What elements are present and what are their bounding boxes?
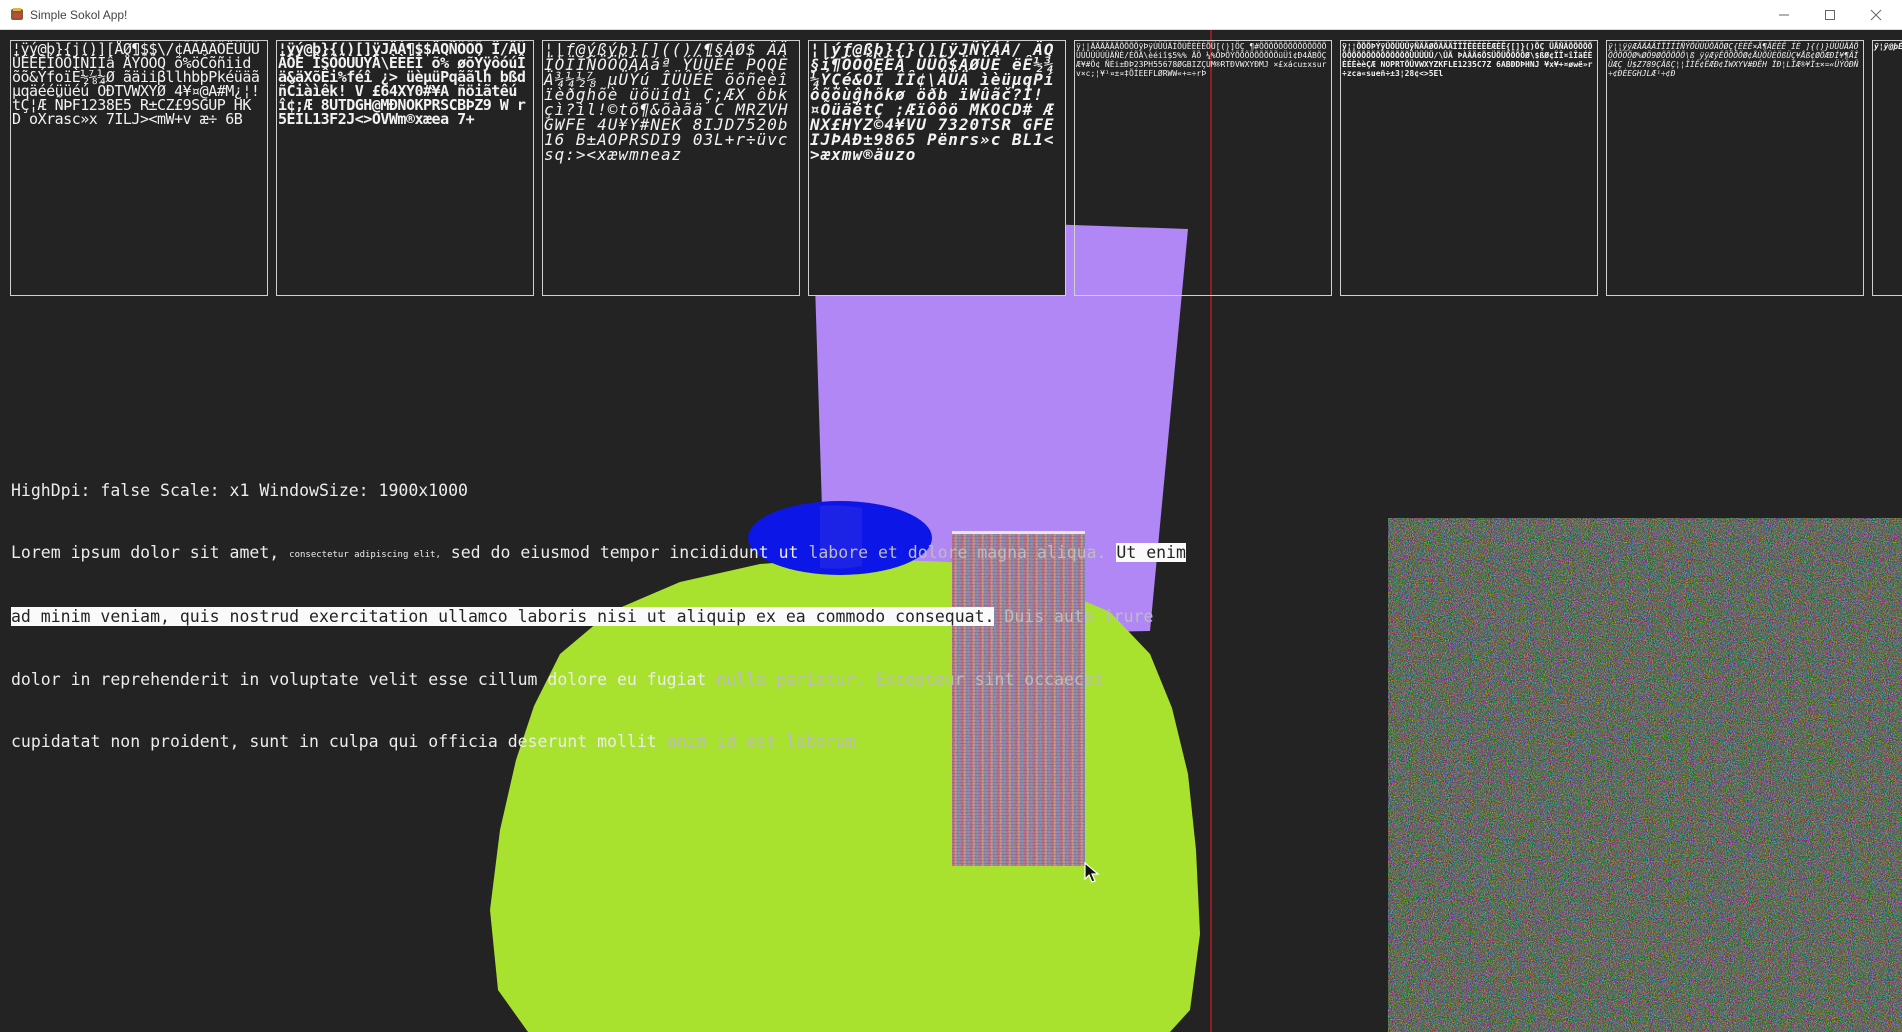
atlas-glyphs: ¦ÿý@þ}{j()][ÅØ¶$$\/¢ÃÃÄÄÖÊÜÜÜÜÊÉÊÍÖÖÍÑÍÍ… xyxy=(12,40,260,128)
text-span-dim: labore et dolore magna aliqua. xyxy=(808,542,1107,562)
paragraph-line-1: Lorem ipsum dolor sit amet, consectetur … xyxy=(11,542,1186,566)
atlas-glyphs: ÿ¦ÿ@þÈÜÕÄÄÕ¶$ÿ Õ%ÕÕÕ#Õ¢ ÿ¢Õ¢ xyxy=(1874,42,1902,51)
title-bar: Simple Sokol App! xyxy=(0,0,1902,30)
noise-texture-quad xyxy=(1388,518,1902,1032)
text-span xyxy=(1106,543,1116,562)
text-span: cupidatat non proident, sunt in culpa qu… xyxy=(11,732,667,752)
paragraph-line-4: cupidatat non proident, sunt in culpa qu… xyxy=(11,732,1186,753)
text-span-highlighted: ad minim veniam, quis nostrud exercitati… xyxy=(11,607,995,627)
font-atlas-4: ¦|ýƒ@ßþ}{}()[ÿJÑŸÁÁ/ ÄQ§í¶ÕÕÕÈÈÄ ÙÛÕ$ÄØÜ… xyxy=(808,40,1066,296)
text-span-small: consectetur adipiscing elit, xyxy=(289,549,441,560)
text-span-dim: anim id est laborum xyxy=(666,732,856,752)
font-atlas-1: ¦ÿý@þ}{j()][ÅØ¶$$\/¢ÃÃÄÄÖÊÜÜÜÜÊÉÊÍÖÖÍÑÍÍ… xyxy=(10,40,268,296)
text-span-dim: nulla pariatur. Excepteur sint occaecat xyxy=(716,669,1104,689)
text-span-highlighted: Ut enim xyxy=(1116,542,1186,562)
font-atlas-7: ÿ¦¦ÿÿÆÄÄÁÂÍÏÍÍÍÑÝÕÜÜÜÕÄÕØÇ{ÈÈÊ×Ä¶ÄÉÈÊ ÍÈ… xyxy=(1606,40,1864,296)
font-atlas-5: ÿ¦|ÄÄÄÄÄÄÕÕÕÕÿÞÿÙÜÜÄÍÕÙÊÈÈÈÕÜ[()]ÖÇ ¶#ÕÕ… xyxy=(1074,40,1332,296)
atlas-glyphs: ÿ¦¦ÕÕÕÞÝÿÜÕÜÜÜÿÑÄÄØÕÄÄÄÎÎÎÊÈÉÈÈÆÈÊ{[]}()… xyxy=(1342,42,1593,78)
app-icon xyxy=(11,8,23,20)
atlas-glyphs: ¦|ýƒ@ßþ}{}()[ÿJÑŸÁÁ/ ÄQ§í¶ÕÕÕÈÈÄ ÙÛÕ$ÄØÜ… xyxy=(810,40,1055,164)
status-line: HighDpi: false Scale: x1 WindowSize: 190… xyxy=(11,480,468,500)
font-atlas-3: ¦|f@ýßýþ}[](()/¶§ÁØ$ ÄÄÏÕÏÍÑÖÖÖÄÂáª ÝÛÜÉ… xyxy=(542,40,800,296)
text-overlay: HighDpi: false Scale: x1 WindowSize: 190… xyxy=(11,439,1186,795)
mouse-cursor-icon xyxy=(1084,862,1100,883)
text-span: sed do eiusmod tempor incididunt ut xyxy=(440,542,809,562)
font-atlas-2: ¦ÿý@þ}{()[]ÿJÄÁ¶$$ÄQÑÕÖÖ Î/ÄÜÄÖÈ ÎŠÕÕÙÛÝ… xyxy=(276,40,534,296)
text-span-dim: Duis aute irure xyxy=(994,607,1154,627)
atlas-glyphs: ÿ¦¦ÿÿÆÄÄÁÂÍÏÍÍÍÑÝÕÜÜÜÕÄÕØÇ{ÈÈÊ×Ä¶ÄÉÈÊ ÍÈ… xyxy=(1608,42,1864,78)
close-button[interactable] xyxy=(1848,0,1902,30)
close-icon xyxy=(1870,9,1882,21)
font-atlas-8: ÿ¦ÿ@þÈÜÕÄÄÕ¶$ÿ Õ%ÕÕÕ#Õ¢ ÿ¢Õ¢ xyxy=(1872,40,1902,296)
atlas-glyphs: ¦|f@ýßýþ}[](()/¶§ÁØ$ ÄÄÏÕÏÍÑÖÖÖÄÂáª ÝÛÜÉ… xyxy=(544,40,789,164)
atlas-glyphs: ÿ¦|ÄÄÄÄÄÄÕÕÕÕÿÞÿÙÜÜÄÍÕÙÊÈÈÈÕÜ[()]ÖÇ ¶#ÕÕ… xyxy=(1076,42,1332,78)
minimize-icon xyxy=(1779,14,1789,16)
atlas-glyphs: ¦ÿý@þ}{()[]ÿJÄÁ¶$$ÄQÑÕÖÖ Î/ÄÜÄÖÈ ÎŠÕÕÙÛÝ… xyxy=(278,40,526,128)
render-viewport[interactable]: ¦ÿý@þ}{j()][ÅØ¶$$\/¢ÃÃÄÄÖÊÜÜÜÜÊÉÊÍÖÖÍÑÍÍ… xyxy=(0,30,1902,1032)
maximize-icon xyxy=(1825,10,1835,20)
window-title: Simple Sokol App! xyxy=(30,8,128,22)
paragraph-line-3: dolor in reprehenderit in voluptate veli… xyxy=(11,670,1186,691)
text-span: Lorem ipsum dolor sit amet, xyxy=(11,542,290,562)
font-atlas-6: ÿ¦¦ÕÕÕÞÝÿÜÕÜÜÜÿÑÄÄØÕÄÄÄÎÎÎÊÈÉÈÈÆÈÊ{[]}()… xyxy=(1340,40,1598,296)
paragraph-line-2: ad minim veniam, quis nostrud exercitati… xyxy=(11,607,1186,628)
text-span: dolor in reprehenderit in voluptate veli… xyxy=(11,669,717,689)
